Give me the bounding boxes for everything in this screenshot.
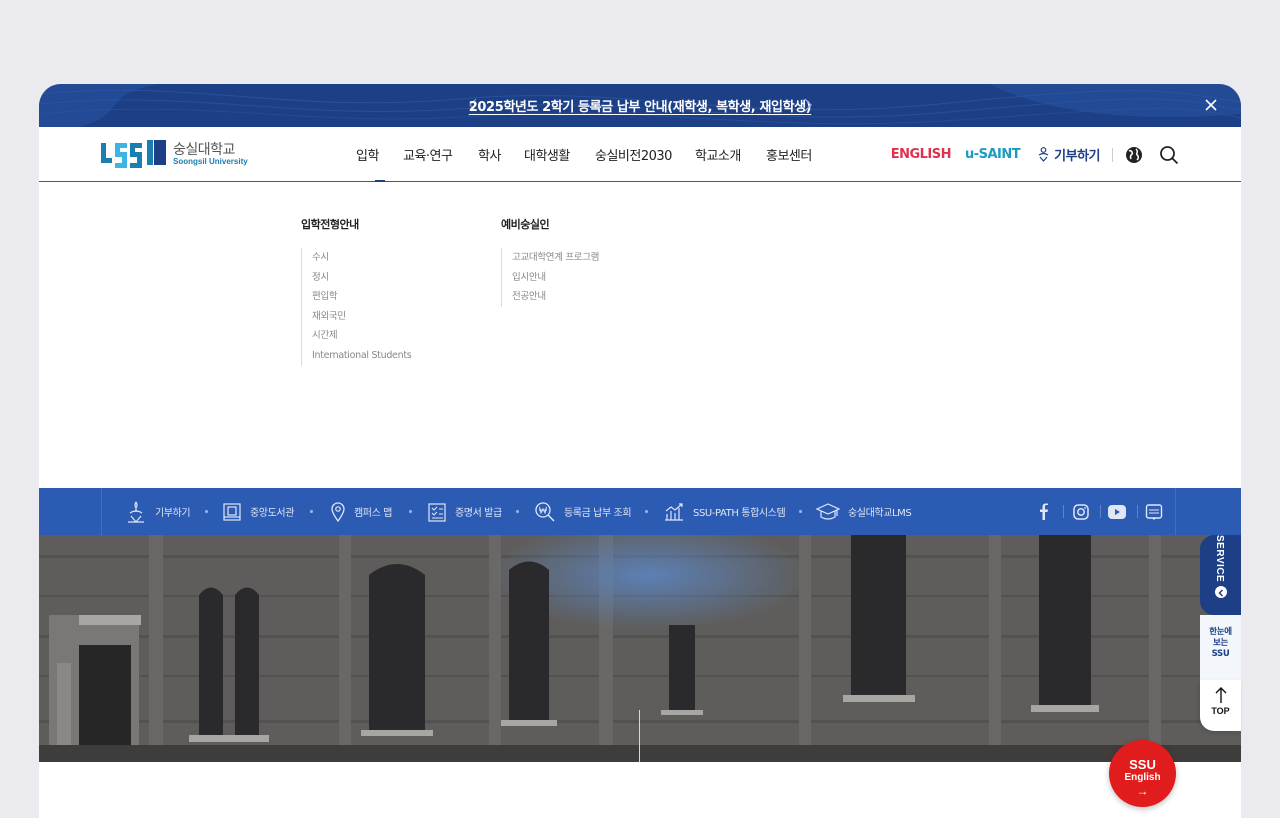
quick-link-label: 중앙도서관 bbox=[250, 508, 295, 519]
instagram-link[interactable] bbox=[1072, 488, 1090, 535]
quick-link-lms[interactable]: 숭실대학교LMS bbox=[816, 488, 912, 535]
quick-link-tuition[interactable]: 등록금 납부 조회 bbox=[534, 488, 632, 535]
quick-link-ssu-path[interactable]: SSU-PATH 통합시스템 bbox=[663, 488, 786, 535]
quick-link-library[interactable]: 중앙도서관 bbox=[222, 488, 294, 535]
donate-icon bbox=[1038, 147, 1049, 162]
notice-banner: 2025학년도 2학기 등록금 납부 안내(재학생, 복학생, 재입학생) bbox=[39, 84, 1241, 127]
english-link[interactable]: ENGLISH bbox=[891, 147, 952, 162]
library-icon bbox=[223, 502, 241, 521]
separator-dot bbox=[310, 510, 313, 513]
logo-english: Soongsil University bbox=[173, 156, 248, 166]
page-frame: 2025학년도 2학기 등록금 납부 안내(재학생, 복학생, 재입학생) 숭실… bbox=[39, 84, 1241, 818]
separator-dot bbox=[409, 510, 412, 513]
service-tab[interactable]: SERVICE bbox=[1200, 535, 1241, 615]
nav-vision-2030[interactable]: 숭실비전2030 bbox=[595, 127, 695, 182]
hero-photo bbox=[39, 535, 1241, 762]
certificate-icon bbox=[428, 502, 446, 522]
university-logo[interactable]: 숭실대학교 Soongsil University bbox=[101, 140, 248, 168]
youtube-icon bbox=[1108, 504, 1126, 519]
separator-dot bbox=[799, 510, 802, 513]
top-label: TOP bbox=[1211, 706, 1230, 716]
menu-item-regular[interactable]: 정시 bbox=[312, 268, 411, 288]
site-header: 숭실대학교 Soongsil University 입학 교육·연구 학사 대학… bbox=[39, 127, 1241, 183]
historic-building-image bbox=[39, 535, 1241, 762]
nav-education-research[interactable]: 교육·연구 bbox=[403, 127, 478, 182]
main-nav: 입학 교육·연구 학사 대학생활 숭실비전2030 학교소개 홍보센터 bbox=[356, 127, 826, 183]
quick-link-certificate[interactable]: 증명서 발급 bbox=[427, 488, 502, 535]
donate-label: 기부하기 bbox=[1054, 149, 1100, 164]
instagram-icon bbox=[1073, 503, 1089, 520]
quick-link-label: 증명서 발급 bbox=[455, 508, 502, 519]
graduation-cap-icon bbox=[816, 502, 840, 520]
logo-korean: 숭실대학교 bbox=[173, 141, 235, 158]
menu-item-major-info[interactable]: 전공안내 bbox=[512, 287, 599, 307]
admission-mega-menu: 입학전형안내 수시 정시 편입학 재외국민 시간제 International … bbox=[39, 182, 1241, 488]
blog-icon bbox=[1145, 503, 1163, 520]
youtube-link[interactable] bbox=[1107, 488, 1127, 535]
chevron-icon bbox=[1215, 586, 1227, 598]
separator-dot bbox=[516, 510, 519, 513]
search-icon[interactable] bbox=[1159, 145, 1179, 165]
quick-links-bar: 기부하기 중앙도서관 캠퍼스 맵 증명서 발급 등록금 납부 조회 SSU-PA… bbox=[39, 488, 1241, 535]
quick-link-label: SSU-PATH 통합시스템 bbox=[693, 508, 786, 519]
scroll-top-button[interactable]: TOP bbox=[1200, 680, 1241, 731]
tuition-search-icon bbox=[535, 501, 555, 522]
util-divider bbox=[1112, 147, 1113, 162]
sns-divider bbox=[1100, 505, 1101, 518]
glance-line-1: 한눈에 bbox=[1209, 627, 1232, 637]
scroll-indicator-line bbox=[639, 710, 640, 762]
chart-icon bbox=[665, 502, 683, 521]
nav-about[interactable]: 학교소개 bbox=[695, 127, 766, 182]
arrow-up-icon bbox=[1215, 687, 1227, 703]
quick-link-label: 캠퍼스 맵 bbox=[354, 508, 392, 519]
arrow-right-icon: → bbox=[1136, 784, 1149, 798]
donate-link[interactable]: 기부하기 bbox=[1037, 145, 1100, 164]
menu-item-admission-info[interactable]: 입시안내 bbox=[512, 268, 599, 288]
menu-item-part-time[interactable]: 시간제 bbox=[312, 326, 411, 346]
menu-column-title[interactable]: 입학전형안내 bbox=[301, 216, 411, 232]
sns-divider bbox=[1063, 505, 1064, 518]
menu-item-overseas[interactable]: 재외국민 bbox=[312, 307, 411, 327]
menu-item-highschool-program[interactable]: 고교대학연계 프로그램 bbox=[512, 248, 599, 268]
separator-dot bbox=[645, 510, 648, 513]
quick-link-label: 숭실대학교LMS bbox=[848, 508, 912, 519]
service-label: SERVICE bbox=[1214, 535, 1225, 583]
separator-dot bbox=[205, 510, 208, 513]
sns-divider bbox=[1137, 505, 1138, 518]
quick-link-label: 등록금 납부 조회 bbox=[564, 508, 632, 519]
menu-item-international[interactable]: International Students bbox=[312, 346, 412, 366]
ssu-at-a-glance-tab[interactable]: 한눈에 보는 SSU bbox=[1200, 615, 1241, 680]
usaint-link[interactable]: u-SAINT bbox=[965, 147, 1021, 162]
nav-academic[interactable]: 학사 bbox=[478, 127, 524, 182]
menu-column-admission-guide: 입학전형안내 수시 정시 편입학 재외국민 시간제 International … bbox=[301, 216, 412, 366]
quick-link-campus-map[interactable]: 캠퍼스 맵 bbox=[330, 488, 392, 535]
facebook-link[interactable] bbox=[1038, 488, 1050, 535]
menu-item-transfer[interactable]: 편입학 bbox=[312, 287, 411, 307]
nav-pr-center[interactable]: 홍보센터 bbox=[766, 127, 826, 182]
menu-item-early[interactable]: 수시 bbox=[312, 248, 411, 268]
facebook-icon bbox=[1040, 503, 1048, 520]
donate-icon bbox=[128, 501, 144, 523]
close-icon[interactable] bbox=[1203, 97, 1219, 113]
nav-campus-life[interactable]: 대학생활 bbox=[524, 127, 595, 182]
map-pin-icon bbox=[331, 501, 345, 522]
ssu-english-line2: English bbox=[1124, 772, 1161, 783]
menu-column-title[interactable]: 예비숭실인 bbox=[501, 216, 599, 232]
quick-link-donate[interactable]: 기부하기 bbox=[125, 488, 191, 535]
quick-link-label: 기부하기 bbox=[155, 508, 191, 519]
ssu-logo-icon bbox=[101, 140, 166, 168]
nav-admission[interactable]: 입학 bbox=[356, 127, 403, 183]
globe-icon[interactable] bbox=[1125, 146, 1143, 164]
notice-link[interactable]: 2025학년도 2학기 등록금 납부 안내(재학생, 복학생, 재입학생) bbox=[469, 96, 812, 115]
glance-line-2: 보는 bbox=[1212, 638, 1229, 648]
ssu-english-button[interactable]: SSU English → bbox=[1109, 740, 1176, 807]
blog-link[interactable] bbox=[1145, 488, 1163, 535]
header-utilities: ENGLISH u-SAINT 기부하기 bbox=[891, 127, 1179, 182]
glance-line-3: SSU bbox=[1211, 649, 1230, 659]
ssu-english-line1: SSU bbox=[1129, 757, 1156, 772]
next-arrow-icon[interactable] bbox=[799, 97, 815, 113]
menu-column-prospective: 예비숭실인 고교대학연계 프로그램 입시안내 전공안내 bbox=[501, 216, 599, 307]
